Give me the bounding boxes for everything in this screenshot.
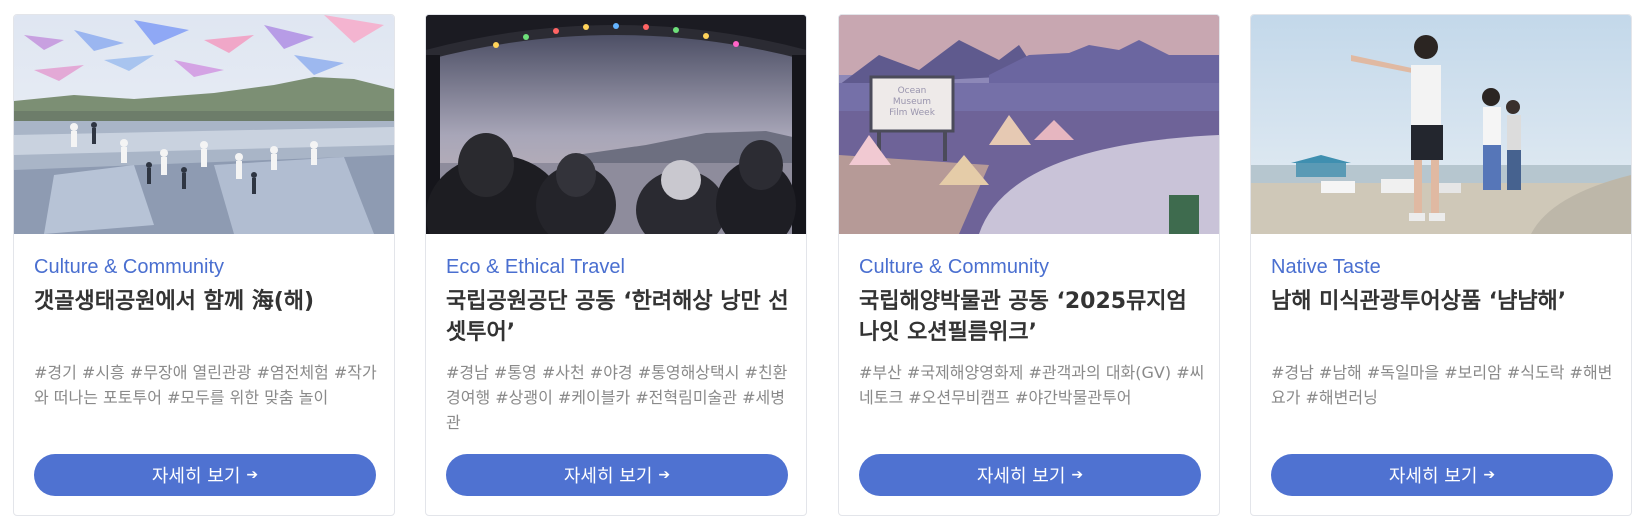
program-card[interactable]: Eco & Ethical Travel 국립공원공단 공동 ‘한려해상 낭만 … — [425, 14, 807, 516]
arrow-right-icon: ➔ — [658, 467, 671, 483]
svg-text:Ocean: Ocean — [898, 86, 927, 96]
button-label: 자세히 보기 — [563, 466, 653, 487]
card-image-beach-hikers[interactable] — [1251, 15, 1631, 234]
card-category: Culture & Community — [34, 256, 225, 278]
program-card[interactable]: Ocean Museum Film Week Culture & Communi… — [838, 14, 1220, 516]
card-title[interactable]: 남해 미식관광투어상품 ‘냠냠해’ — [1271, 286, 1617, 317]
program-card[interactable]: Culture & Community 갯골생태공원에서 함께 海(해) #경기… — [13, 14, 395, 516]
button-label: 자세히 보기 — [976, 466, 1066, 487]
card-title[interactable]: 국립공원공단 공동 ‘한려해상 낭만 선셋투어’ — [446, 286, 792, 348]
button-label: 자세히 보기 — [1388, 466, 1478, 487]
view-details-button[interactable]: 자세히 보기 ➔ — [446, 454, 788, 496]
arrow-right-icon: ➔ — [1483, 467, 1496, 483]
program-card[interactable]: Native Taste 남해 미식관광투어상품 ‘냠냠해’ #경남 #남해 #… — [1250, 14, 1632, 516]
view-details-button[interactable]: 자세히 보기 ➔ — [859, 454, 1201, 496]
card-tags: #부산 #국제해양영화제 #관객과의 대화(GV) #씨네토크 #오션무비캠프 … — [859, 363, 1205, 407]
card-tags: #경남 #남해 #독일마을 #보리암 #식도락 #해변요가 #해변러닝 — [1271, 363, 1613, 407]
card-tags: #경남 #통영 #사천 #야경 #통영해상택시 #친환경여행 #상괭이 #케이블… — [446, 363, 788, 432]
card-image-sunset-boat[interactable] — [426, 15, 806, 234]
card-category: Culture & Community — [859, 256, 1050, 278]
view-details-button[interactable]: 자세히 보기 ➔ — [34, 454, 376, 496]
svg-text:Museum: Museum — [893, 97, 931, 107]
card-category: Eco & Ethical Travel — [446, 256, 625, 278]
card-image-film-week[interactable]: Ocean Museum Film Week — [839, 15, 1219, 234]
card-tags: #경기 #시흥 #무장애 열린관광 #염전체험 #작가와 떠나는 포토투어 #모… — [34, 363, 377, 407]
card-title[interactable]: 국립해양박물관 공동 ‘2025뮤지엄나잇 오션필름위크’ — [859, 286, 1205, 348]
card-category: Native Taste — [1271, 256, 1381, 278]
card-grid: Culture & Community 갯골생태공원에서 함께 海(해) #경기… — [0, 0, 1640, 528]
card-image-salt-field[interactable] — [14, 15, 394, 234]
arrow-right-icon: ➔ — [1071, 467, 1084, 483]
svg-text:Film Week: Film Week — [889, 108, 936, 118]
button-label: 자세히 보기 — [151, 466, 241, 487]
view-details-button[interactable]: 자세히 보기 ➔ — [1271, 454, 1613, 496]
card-title[interactable]: 갯골생태공원에서 함께 海(해) — [34, 286, 380, 317]
arrow-right-icon: ➔ — [246, 467, 259, 483]
